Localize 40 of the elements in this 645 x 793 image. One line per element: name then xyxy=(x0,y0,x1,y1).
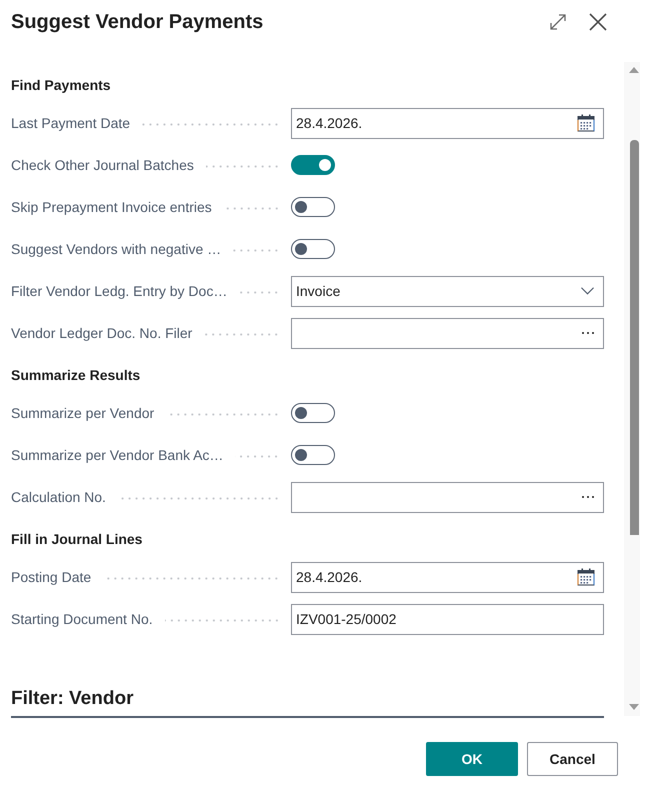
field-label: Posting Date xyxy=(11,568,92,586)
close-icon[interactable] xyxy=(589,13,607,31)
toggle-switch[interactable] xyxy=(291,445,335,465)
field-label: Summarize per Vendor xyxy=(11,404,154,422)
lookup-field[interactable] xyxy=(291,318,604,348)
filter-heading: Filter: Vendor xyxy=(11,686,604,718)
dialog-title: Suggest Vendor Payments xyxy=(11,10,264,35)
scroll-up-icon[interactable] xyxy=(629,67,639,73)
field-label: Filter Vendor Ledg. Entry by Doc… xyxy=(11,282,228,300)
dotted-leader xyxy=(239,291,280,294)
lookup-field[interactable] xyxy=(291,482,604,512)
scrollbar[interactable] xyxy=(624,62,640,716)
calendar-icon[interactable] xyxy=(577,114,595,132)
toggle-switch[interactable] xyxy=(291,197,335,217)
date-field[interactable]: 28.4.2026. xyxy=(291,108,604,138)
field-label: Vendor Ledger Doc. No. Filer xyxy=(11,324,192,342)
scroll-down-icon[interactable] xyxy=(629,704,639,710)
dropdown-field[interactable]: Invoice xyxy=(291,276,604,306)
field-label: Calculation No. xyxy=(11,488,106,506)
scrollbar-thumb[interactable] xyxy=(630,140,639,535)
field-label: Starting Document No. xyxy=(11,610,153,628)
dotted-leader xyxy=(233,249,280,252)
toggle-switch[interactable] xyxy=(291,155,335,175)
calendar-icon[interactable] xyxy=(577,568,595,586)
section-heading: Find Payments xyxy=(11,76,112,95)
field-label: Skip Prepayment Invoice entries xyxy=(11,198,212,216)
field-label: Check Other Journal Batches xyxy=(11,156,194,174)
text-field[interactable]: IZV001-25/0002 xyxy=(291,604,604,634)
field-label: Suggest Vendors with negative … xyxy=(11,240,222,258)
field-label: Summarize per Vendor Bank Ac… xyxy=(11,446,224,464)
section-heading: Summarize Results xyxy=(11,366,142,385)
toggle-switch[interactable] xyxy=(291,239,335,259)
ok-button[interactable]: OK xyxy=(426,742,518,776)
field-label: Last Payment Date xyxy=(11,114,130,132)
toggle-switch[interactable] xyxy=(291,403,335,423)
section-heading: Fill in Journal Lines xyxy=(11,530,144,549)
chevron-down-icon[interactable] xyxy=(581,287,594,295)
expand-icon[interactable] xyxy=(549,13,567,31)
date-field[interactable]: 28.4.2026. xyxy=(291,562,604,592)
cancel-button[interactable]: Cancel xyxy=(527,742,618,776)
